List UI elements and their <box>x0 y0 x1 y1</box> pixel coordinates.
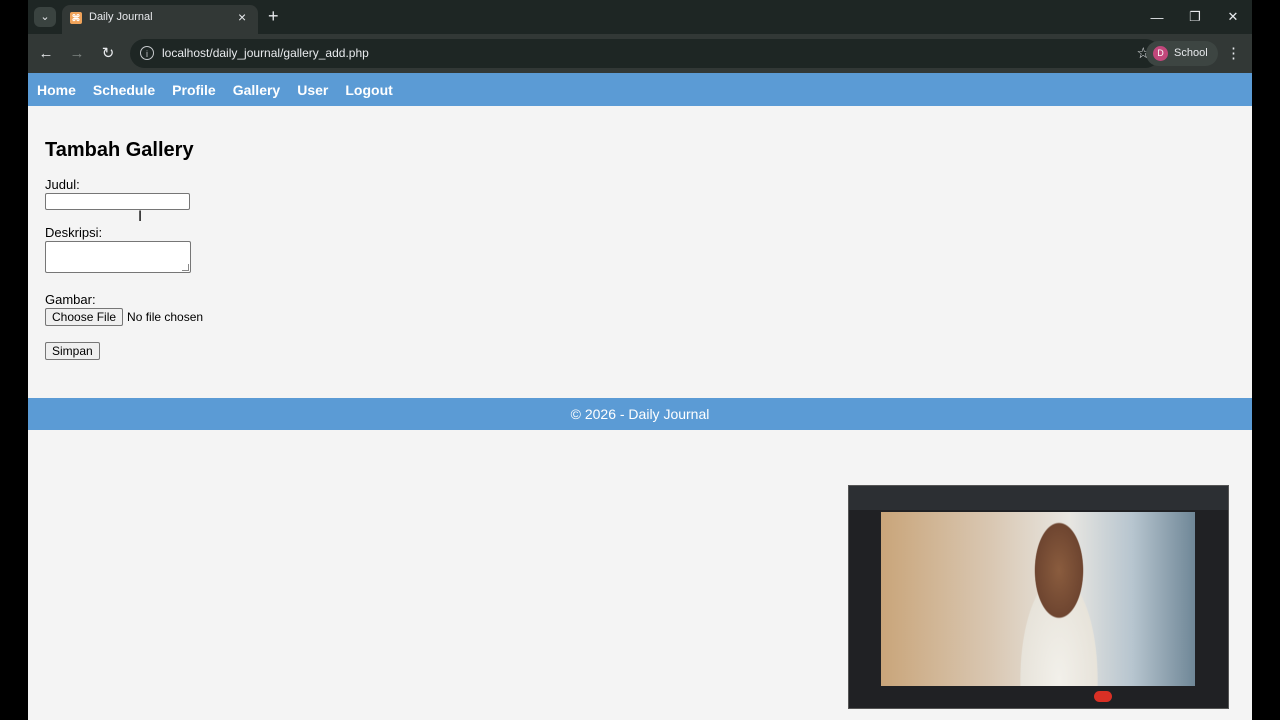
chevron-down-icon[interactable]: ⌄ <box>34 7 56 27</box>
favicon-icon: ⌘ <box>70 12 82 24</box>
webcam-video <box>881 512 1195 688</box>
restore-icon[interactable]: ❐ <box>1176 0 1214 34</box>
file-input: Choose File No file chosen <box>45 308 1235 326</box>
choose-file-button[interactable]: Choose File <box>45 308 124 326</box>
browser-tab[interactable]: ⌘ Daily Journal × <box>62 5 258 34</box>
address-bar[interactable]: i localhost/daily_journal/gallery_add.ph… <box>130 39 1160 68</box>
deskripsi-label: Deskripsi: <box>45 225 103 240</box>
file-status: No file chosen <box>127 310 204 324</box>
save-button[interactable]: Simpan <box>45 342 100 360</box>
profile-label: School <box>1174 47 1208 59</box>
text-cursor-icon: I <box>138 209 143 225</box>
nav-item-user[interactable]: User <box>297 82 328 98</box>
kebab-menu-icon[interactable]: ⋮ <box>1226 44 1241 62</box>
info-icon[interactable]: i <box>140 46 154 60</box>
tab-strip: ⌄ ⌘ Daily Journal × + — ❐ ✕ <box>28 0 1252 34</box>
webcam-overlay <box>848 485 1229 709</box>
tab-title: Daily Journal <box>89 11 153 23</box>
nav-item-logout[interactable]: Logout <box>345 82 392 98</box>
presenter-image <box>999 520 1119 688</box>
gambar-label: Gambar: <box>45 292 96 307</box>
nav-item-profile[interactable]: Profile <box>172 82 216 98</box>
arrow-right-icon[interactable]: → <box>67 44 87 64</box>
site-nav: Home Schedule Profile Gallery User Logou… <box>28 73 1252 106</box>
judul-label: Judul: <box>45 177 80 192</box>
page-title: Tambah Gallery <box>45 139 194 161</box>
browser-toolbar: ← → ↻ i localhost/daily_journal/gallery_… <box>28 34 1252 73</box>
minimize-icon[interactable]: — <box>1138 0 1176 34</box>
hangup-icon[interactable] <box>1094 691 1112 702</box>
reload-icon[interactable]: ↻ <box>98 44 118 64</box>
profile-button[interactable]: D School <box>1146 41 1218 66</box>
pip-browser-bar <box>849 486 1228 510</box>
meeting-controls <box>849 686 1228 708</box>
arrow-left-icon[interactable]: ← <box>36 44 56 64</box>
plus-icon[interactable]: + <box>268 6 279 27</box>
close-icon[interactable]: × <box>238 9 246 25</box>
nav-item-home[interactable]: Home <box>37 82 76 98</box>
avatar: D <box>1153 46 1168 61</box>
main-content: Tambah Gallery Judul: Deskripsi: Gambar:… <box>45 106 1235 360</box>
deskripsi-textarea[interactable] <box>45 241 191 273</box>
judul-input[interactable] <box>45 193 190 210</box>
nav-item-schedule[interactable]: Schedule <box>93 82 155 98</box>
close-window-icon[interactable]: ✕ <box>1214 0 1252 34</box>
window-controls: — ❐ ✕ <box>1138 0 1252 34</box>
page-footer: © 2026 - Daily Journal <box>28 398 1252 430</box>
url-text[interactable]: localhost/daily_journal/gallery_add.php <box>162 46 369 60</box>
browser-window: ⌄ ⌘ Daily Journal × + — ❐ ✕ ← → ↻ i loca… <box>28 0 1252 720</box>
nav-item-gallery[interactable]: Gallery <box>233 82 280 98</box>
resize-grip-icon[interactable] <box>182 264 189 271</box>
